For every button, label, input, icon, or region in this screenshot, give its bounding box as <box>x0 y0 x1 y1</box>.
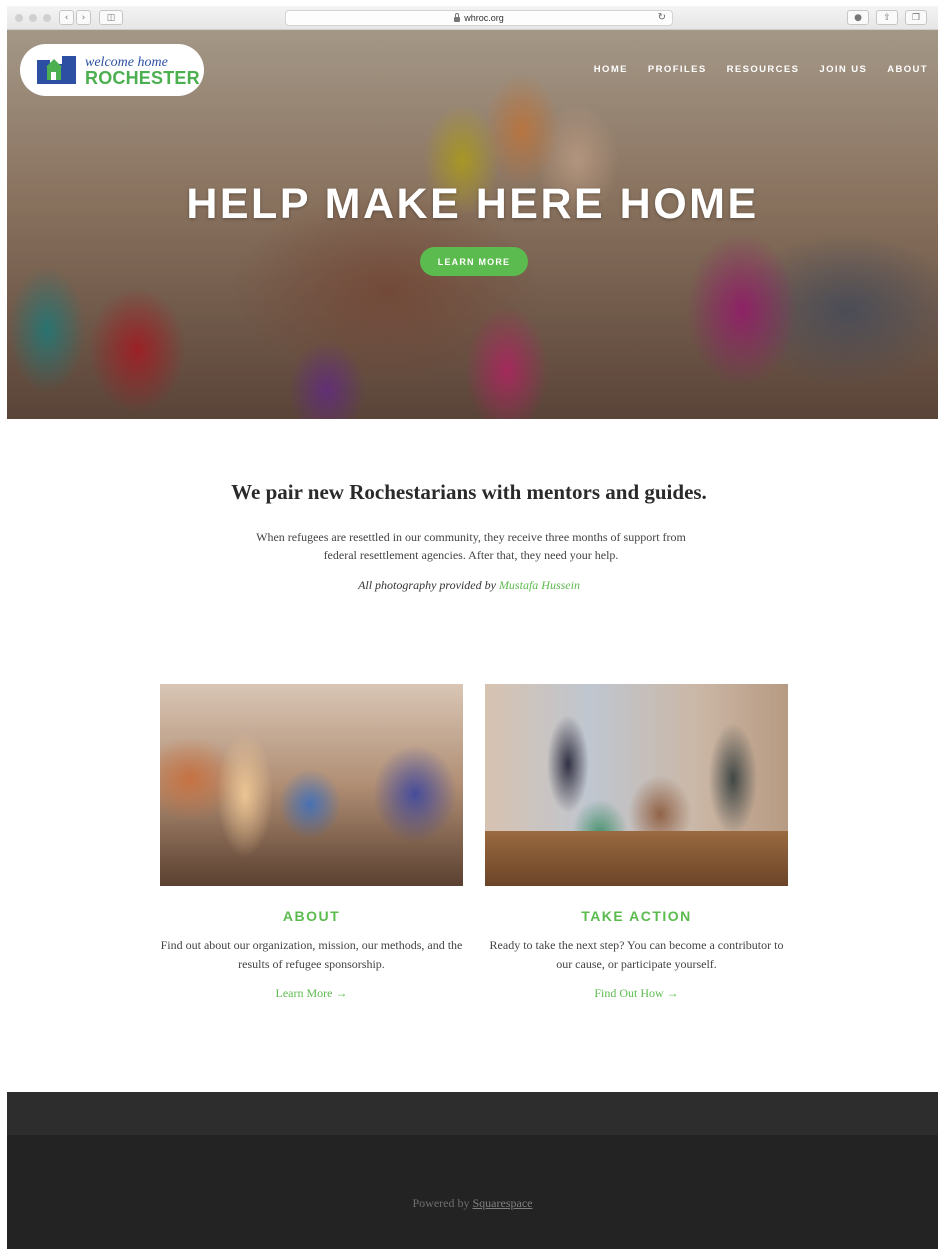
sidebar-icon[interactable]: ◫ <box>99 10 123 25</box>
nav-join-us[interactable]: JOIN US <box>819 64 867 75</box>
window-close-dot[interactable] <box>15 14 23 22</box>
share-icon[interactable]: ⇧ <box>876 10 898 25</box>
photographer-link[interactable]: Mustafa Hussein <box>499 578 580 592</box>
about-learn-more-link[interactable]: Learn More → <box>160 986 463 1001</box>
find-out-how-link[interactable]: Find Out How → <box>485 986 788 1001</box>
take-action-card-body: Ready to take the next step? You can bec… <box>489 938 784 971</box>
learn-more-button[interactable]: LEARN MORE <box>420 247 528 276</box>
footer-top-band <box>7 1092 938 1135</box>
take-action-card-image[interactable] <box>485 684 788 886</box>
back-icon[interactable]: ‹ <box>59 10 74 25</box>
window-zoom-dot[interactable] <box>43 14 51 22</box>
photo-credit: All photography provided by Mustafa Huss… <box>0 578 938 593</box>
footer: Powered by Squarespace <box>7 1135 938 1249</box>
house-logo-icon <box>37 56 76 84</box>
site-logo[interactable]: welcome home ROCHESTER <box>20 44 204 96</box>
reload-icon[interactable]: ↻ <box>658 12 666 23</box>
nav-home[interactable]: HOME <box>594 64 628 75</box>
squarespace-link[interactable]: Squarespace <box>473 1196 533 1210</box>
forward-icon[interactable]: › <box>76 10 91 25</box>
powered-by: Powered by Squarespace <box>7 1196 938 1211</box>
take-action-card-title: TAKE ACTION <box>581 908 692 924</box>
intro-body: When refugees are resettled in our commu… <box>256 530 686 562</box>
lock-icon <box>454 12 461 22</box>
browser-toolbar: ‹ › ◫ whroc.org ↻ ● ⇧ ❐ <box>7 6 938 30</box>
nav-profiles[interactable]: PROFILES <box>648 64 707 75</box>
main-nav: HOME PROFILES RESOURCES JOIN US ABOUT <box>594 64 928 75</box>
nav-about[interactable]: ABOUT <box>887 64 928 75</box>
about-card-title: ABOUT <box>282 908 341 924</box>
about-card-body: Find out about our organization, mission… <box>160 938 463 971</box>
tabs-icon[interactable]: ❐ <box>905 10 927 25</box>
hero-banner: welcome home ROCHESTER HOME PROFILES RES… <box>7 30 938 419</box>
photo-credit-prefix: All photography provided by <box>358 578 499 592</box>
about-card-image[interactable] <box>160 684 463 886</box>
hero-title: HELP MAKE HERE HOME <box>186 180 759 228</box>
logo-city: ROCHESTER <box>85 68 200 88</box>
powered-by-prefix: Powered by <box>412 1196 473 1210</box>
address-bar[interactable]: whroc.org ↻ <box>285 10 673 26</box>
address-bar-url: whroc.org <box>464 13 504 23</box>
download-icon[interactable]: ● <box>847 10 869 25</box>
nav-resources[interactable]: RESOURCES <box>727 64 800 75</box>
intro-heading: We pair new Rochestarians with mentors a… <box>231 480 707 504</box>
window-minimize-dot[interactable] <box>29 14 37 22</box>
